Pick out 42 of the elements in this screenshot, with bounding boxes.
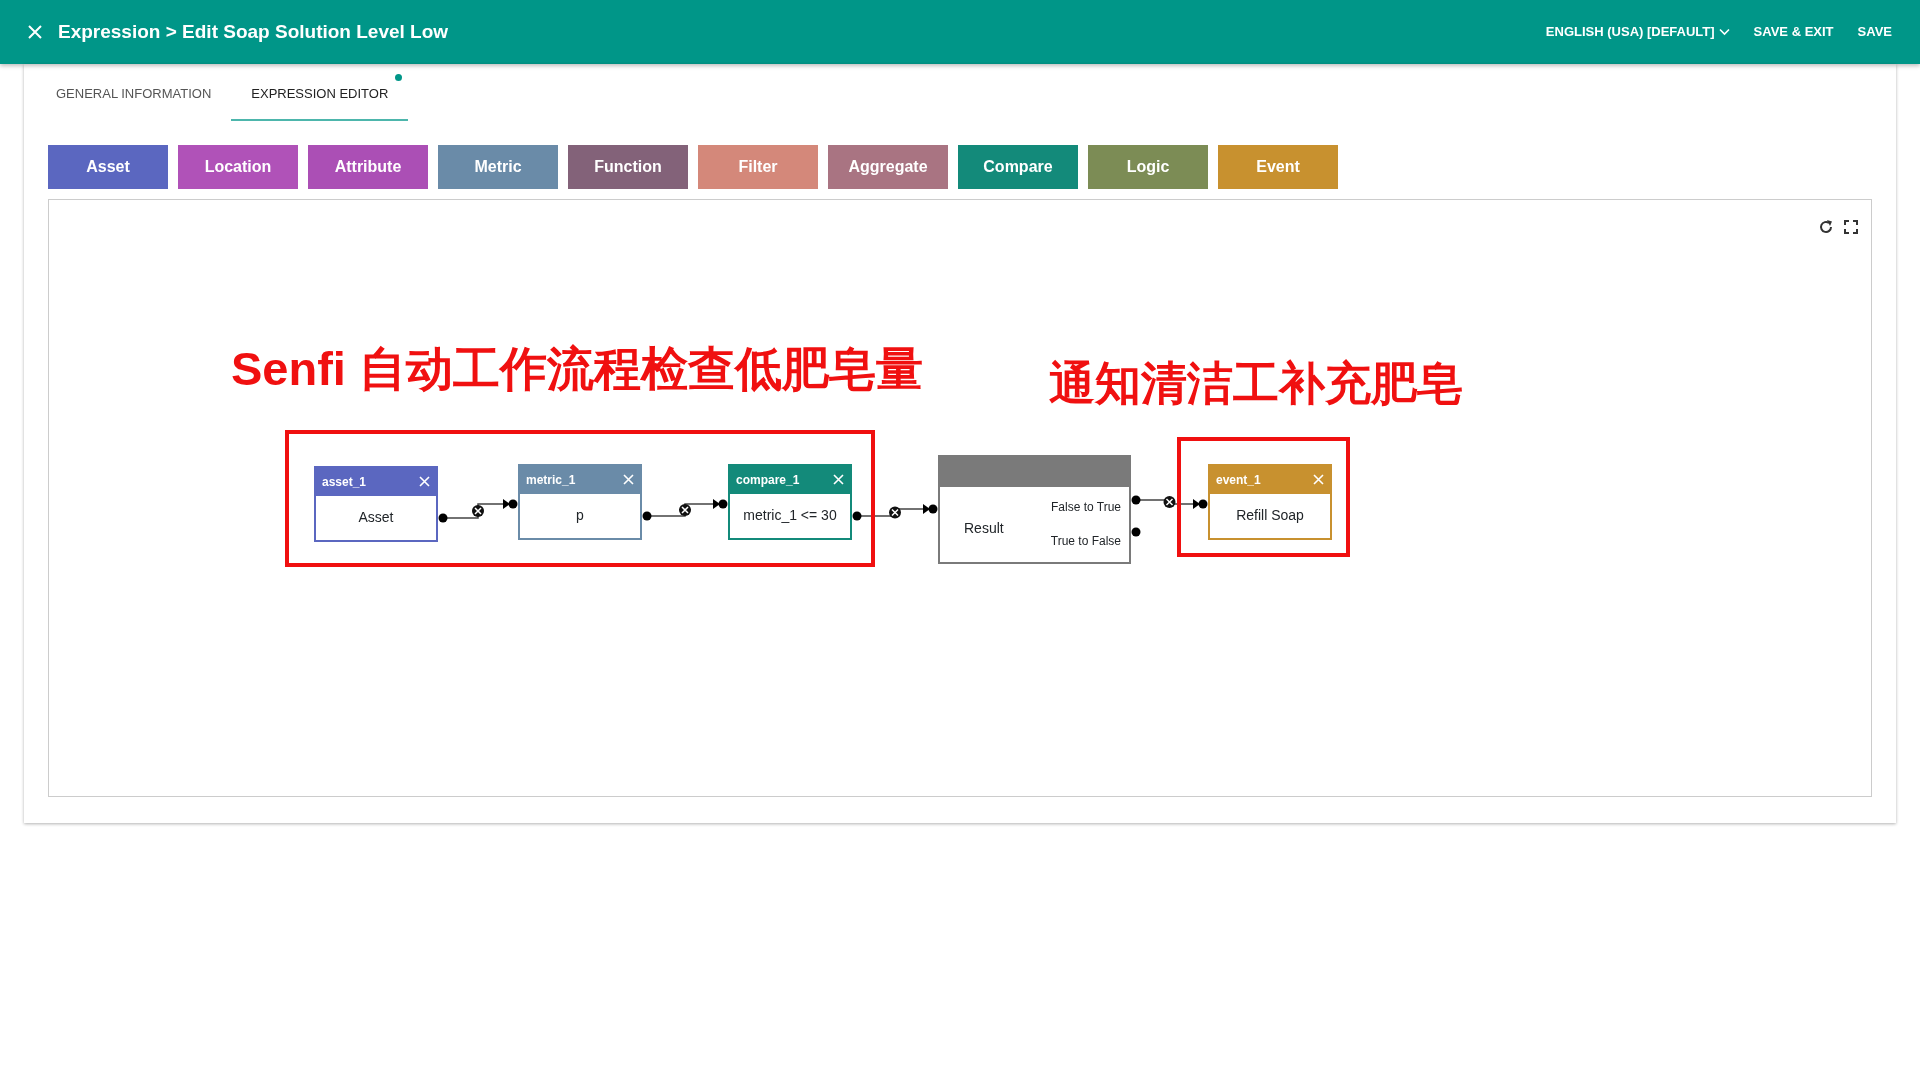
palette-button[interactable]: Attribute	[308, 144, 428, 189]
block-name: event_1	[1216, 471, 1261, 489]
save-button[interactable]: SAVE	[1857, 22, 1892, 42]
save-exit-button[interactable]: SAVE & EXIT	[1753, 22, 1834, 42]
close-icon[interactable]	[623, 474, 634, 485]
close-icon[interactable]	[419, 476, 430, 487]
page-title: Expression > Edit Soap Solution Level Low	[58, 19, 449, 44]
tab[interactable]: GENERAL INFORMATION	[36, 64, 232, 121]
refresh-icon[interactable]	[1817, 217, 1835, 236]
palette-button[interactable]: Function	[568, 144, 688, 189]
palette-button[interactable]: Asset	[48, 144, 168, 189]
port-dot[interactable]	[1131, 527, 1141, 536]
block-name: compare_1	[736, 471, 800, 489]
palette-button[interactable]: Logic	[1088, 144, 1208, 189]
palette-button[interactable]: Aggregate	[828, 144, 948, 189]
output-label: False to True	[1050, 499, 1121, 516]
block-name: asset_1	[322, 473, 367, 491]
block-label: Refill Soap	[1236, 506, 1304, 525]
close-button[interactable]	[28, 25, 42, 39]
output-label: True to False	[1050, 533, 1121, 550]
tab[interactable]: EXPRESSION EDITOR	[231, 64, 409, 121]
language-dropdown[interactable]: ENGLISH (USA) [DEFAULT]	[1545, 22, 1730, 42]
connector[interactable]	[642, 498, 728, 520]
chevron-down-icon	[1718, 28, 1730, 36]
annotation-text: 通知清洁工补充肥皂	[1049, 357, 1463, 409]
block-label: p	[576, 506, 584, 525]
connector[interactable]	[438, 498, 518, 522]
palette-button[interactable]: Filter	[698, 144, 818, 189]
connector[interactable]	[1131, 495, 1208, 509]
block-name: metric_1	[526, 471, 576, 489]
annotation-text: Senfi 自动工作流程检查低肥皂量	[231, 342, 923, 395]
close-icon[interactable]	[1313, 474, 1324, 485]
palette-button[interactable]: Compare	[958, 144, 1078, 189]
palette-button[interactable]: Event	[1218, 144, 1338, 189]
block-label: metric_1 <= 30	[743, 506, 837, 525]
palette-button[interactable]: Location	[178, 144, 298, 189]
close-icon[interactable]	[833, 474, 844, 485]
connector[interactable]	[852, 503, 938, 520]
block-label: Result	[964, 518, 1004, 538]
block-label: Asset	[358, 508, 394, 527]
fullscreen-icon[interactable]	[1843, 218, 1859, 235]
palette-button[interactable]: Metric	[438, 144, 558, 189]
